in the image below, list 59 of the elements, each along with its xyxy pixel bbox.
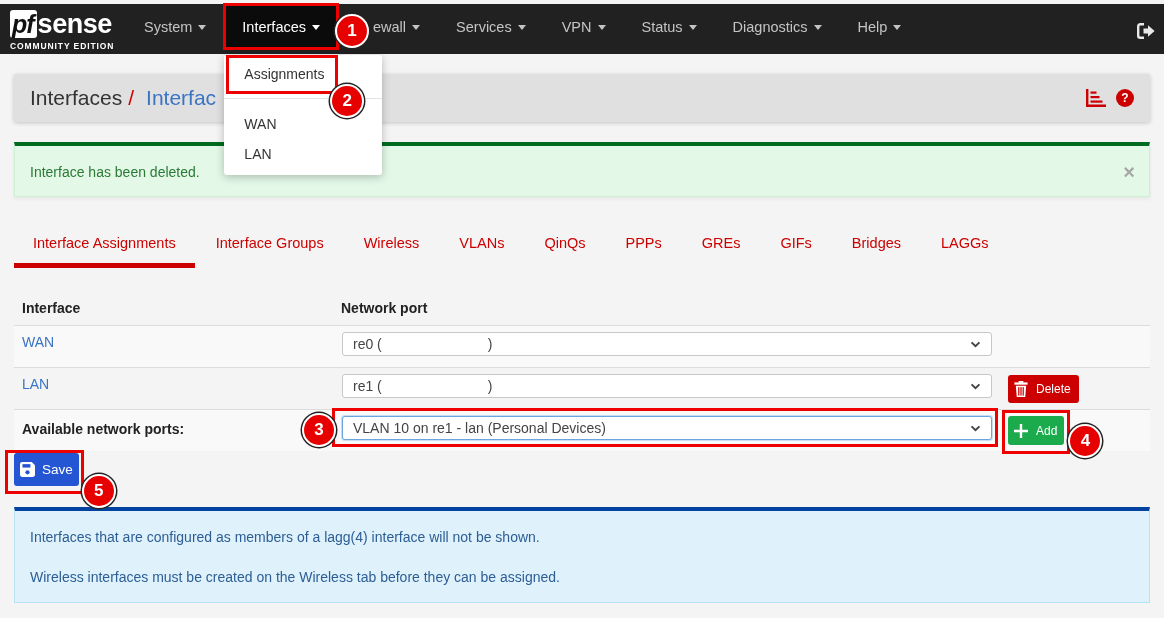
save-button[interactable]: Save bbox=[14, 453, 79, 486]
caret-icon bbox=[813, 24, 822, 30]
caret-icon bbox=[312, 24, 320, 30]
nav-menu-item[interactable]: VPN bbox=[543, 4, 624, 50]
step-marker: 5 bbox=[81, 474, 116, 508]
chart-icon[interactable] bbox=[1086, 89, 1106, 107]
logo-mark: pf bbox=[10, 10, 37, 38]
step-marker: 3 bbox=[302, 413, 336, 447]
chevron-down-icon bbox=[970, 424, 981, 432]
tab[interactable]: Interface Groups bbox=[196, 222, 343, 268]
caret-icon bbox=[893, 24, 902, 30]
nav-menu-item[interactable]: Services bbox=[438, 4, 544, 50]
tab[interactable]: LAGGs bbox=[922, 222, 1008, 268]
tab[interactable]: GIFs bbox=[761, 222, 831, 268]
breadcrumb-link[interactable]: Interfac bbox=[146, 86, 217, 110]
field-label: Available network ports: bbox=[22, 420, 185, 439]
caret-icon bbox=[412, 24, 421, 30]
tab[interactable]: PPPs bbox=[606, 222, 681, 268]
tab[interactable]: QinQs bbox=[525, 222, 605, 268]
port-select[interactable]: VLAN 10 on re1 - lan (Personal Devices) bbox=[342, 416, 992, 440]
tab[interactable]: Bridges bbox=[832, 222, 921, 268]
add-button[interactable]: Add bbox=[1008, 416, 1065, 445]
delete-button[interactable]: Delete bbox=[1008, 375, 1079, 403]
help-button[interactable]: ? bbox=[1116, 89, 1134, 107]
column-header: Interface bbox=[21, 299, 82, 316]
nav-menu-item[interactable]: Diagnostics bbox=[714, 4, 840, 50]
tab[interactable]: Wireless bbox=[344, 222, 439, 268]
interface-link[interactable]: WAN bbox=[22, 334, 55, 350]
nav-menu-item[interactable]: System bbox=[126, 4, 225, 50]
caret-icon bbox=[688, 24, 697, 30]
caret-icon bbox=[517, 24, 526, 30]
breadcrumb-text: Interfaces bbox=[30, 86, 123, 110]
tab[interactable]: Interface Assignments bbox=[14, 222, 195, 268]
port-select[interactable]: re0 ( ) bbox=[342, 332, 992, 356]
tab[interactable]: VLANs bbox=[440, 222, 524, 268]
tab[interactable]: GREs bbox=[682, 222, 760, 268]
alert-message: Interface has been deleted. bbox=[30, 163, 200, 182]
caret-icon bbox=[198, 24, 207, 30]
nav-menu-item[interactable]: ewall bbox=[372, 4, 439, 50]
logo-text: sense bbox=[37, 10, 112, 38]
nav-menu-item[interactable]: Help bbox=[839, 4, 920, 50]
interface-link[interactable]: LAN bbox=[22, 376, 50, 392]
breadcrumb-separator: / bbox=[128, 86, 135, 110]
edition-label: COMMUNITY EDITION bbox=[10, 41, 116, 52]
info-text: Wireless interfaces must be created on the Wireless tab before they can be assigned. bbox=[30, 568, 561, 587]
column-header: Network port bbox=[340, 299, 429, 316]
plus-icon bbox=[1014, 423, 1028, 438]
menu-item[interactable]: LAN bbox=[224, 139, 383, 169]
step-marker: 2 bbox=[330, 84, 365, 118]
caret-icon bbox=[597, 24, 606, 30]
info-text: Interfaces that are configured as members of a lagg(4) interface will not be shown. bbox=[30, 528, 541, 547]
logout-icon[interactable] bbox=[1137, 23, 1155, 39]
port-select[interactable]: re1 ( ) bbox=[342, 374, 992, 398]
nav-menu-item[interactable]: Status bbox=[623, 4, 715, 50]
chevron-down-icon bbox=[970, 382, 981, 390]
step-marker: 1 bbox=[335, 14, 369, 48]
step-marker: 4 bbox=[1068, 424, 1103, 458]
trash-icon bbox=[1014, 381, 1028, 397]
chevron-down-icon bbox=[970, 340, 981, 348]
